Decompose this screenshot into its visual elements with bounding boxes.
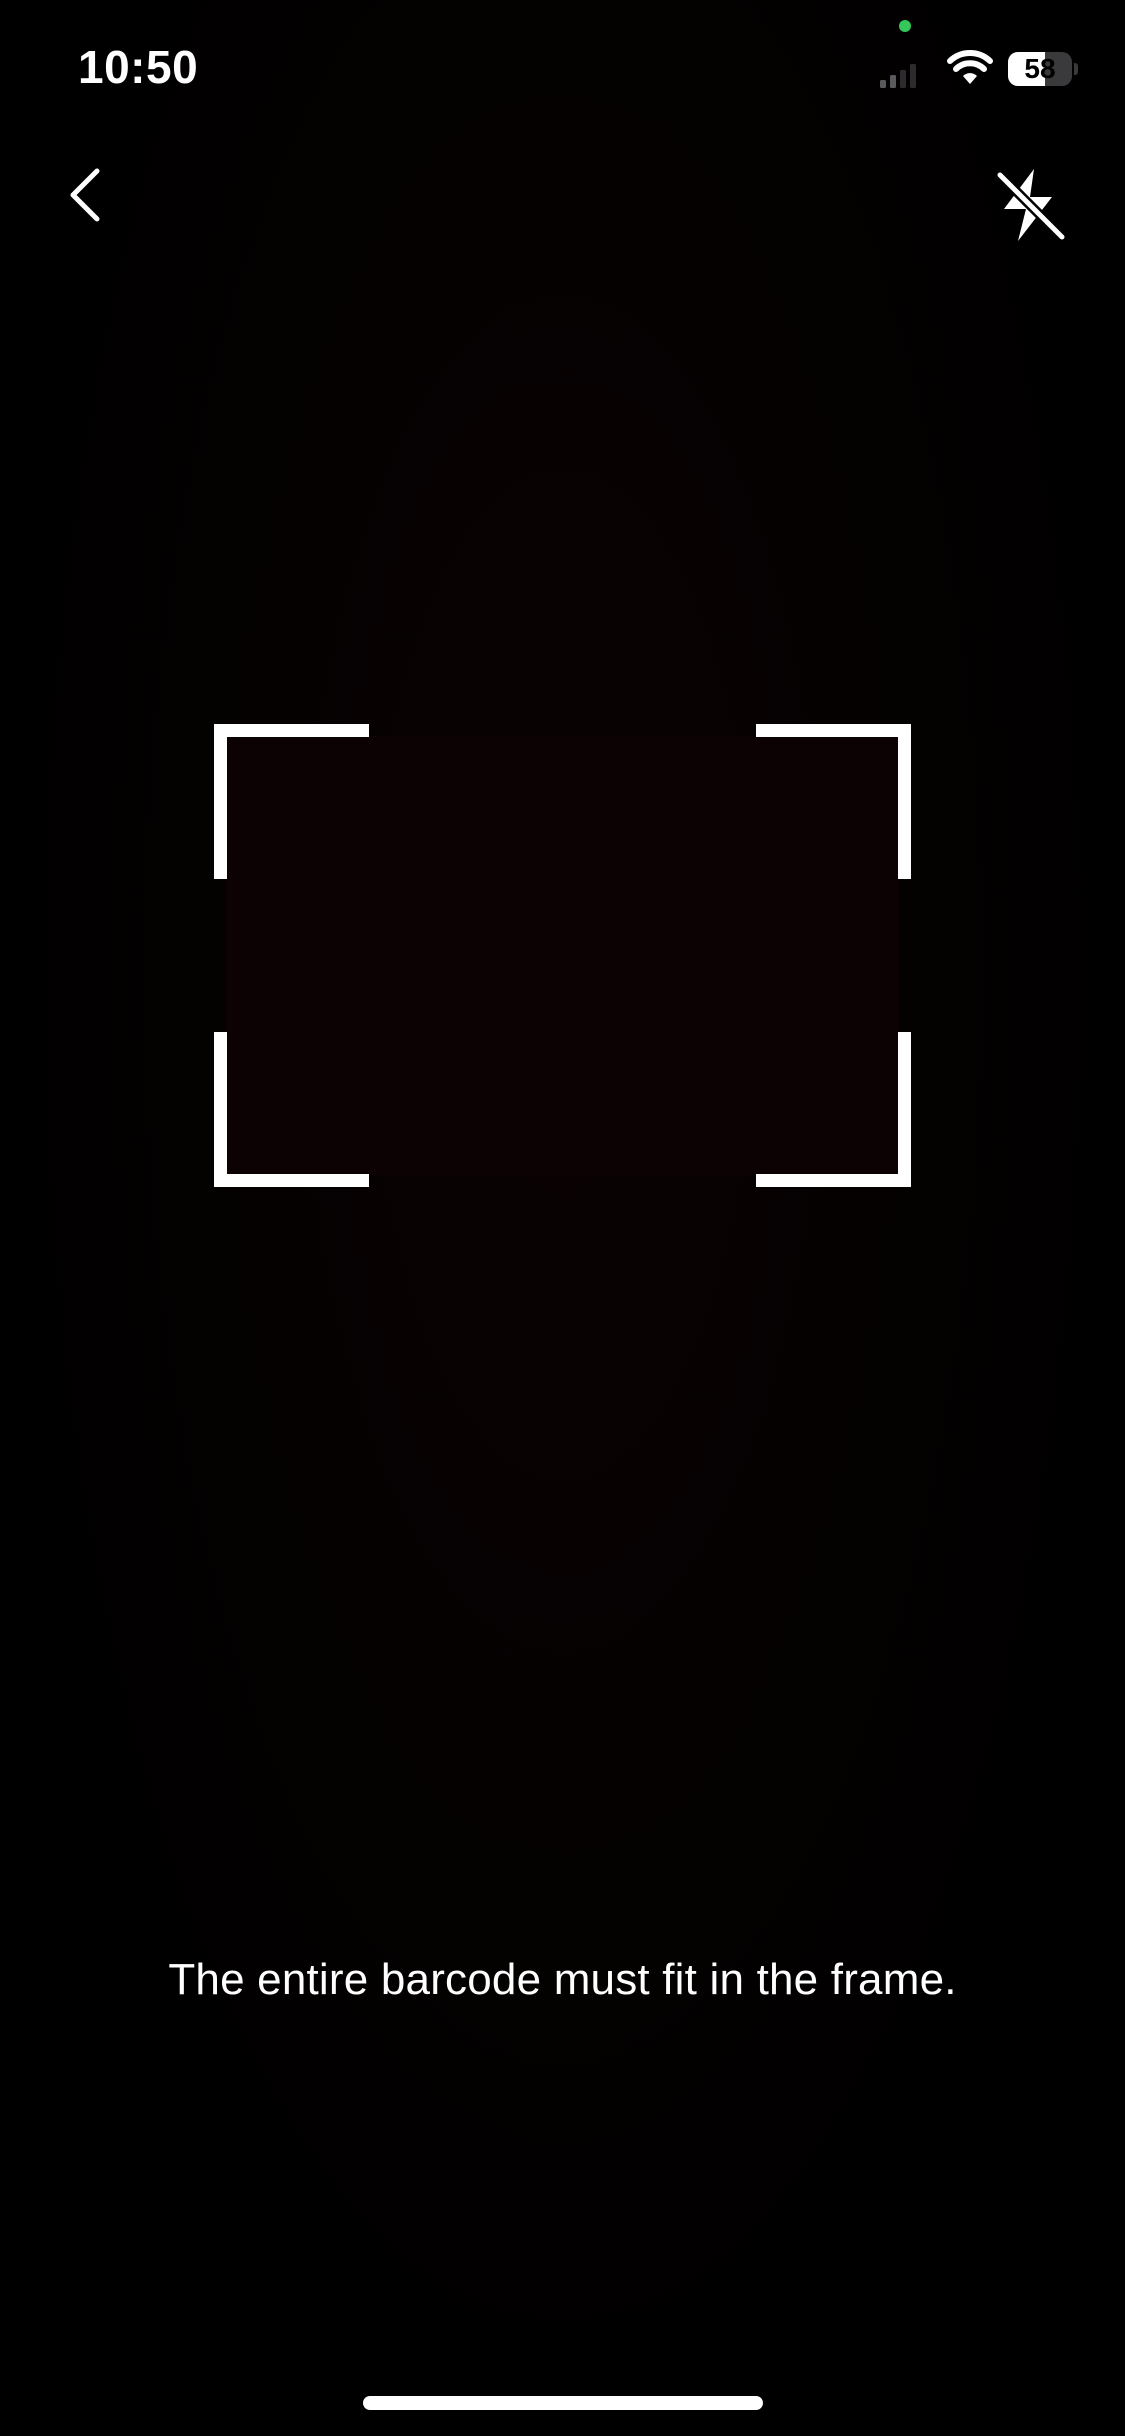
frame-corner-bottom-right [756,1032,911,1187]
wifi-icon [947,50,993,84]
back-button[interactable] [50,150,120,240]
scan-frame [214,724,911,1187]
battery-percent: 58 [1024,53,1056,84]
chevron-left-icon [70,168,100,222]
home-indicator[interactable] [363,2396,763,2410]
status-time: 10:50 [78,41,199,93]
frame-corner-top-left [214,724,369,879]
cellular-signal-icon [880,64,916,88]
status-bar: 10:50 58 [0,0,1125,130]
battery-indicator: 58 [1008,52,1078,86]
flash-off-icon [995,169,1067,242]
flash-toggle-button[interactable] [980,155,1080,255]
barcode-scanner-screen: 10:50 58 The entire barcode must fit in … [0,0,1125,2436]
frame-corner-top-right [756,724,911,879]
scan-hint-text: The entire barcode must fit in the frame… [168,1955,957,2004]
battery-cap [1074,63,1078,75]
battery-body: 58 [1008,52,1072,86]
camera-in-use-indicator [899,20,911,32]
frame-corner-bottom-left [214,1032,369,1187]
